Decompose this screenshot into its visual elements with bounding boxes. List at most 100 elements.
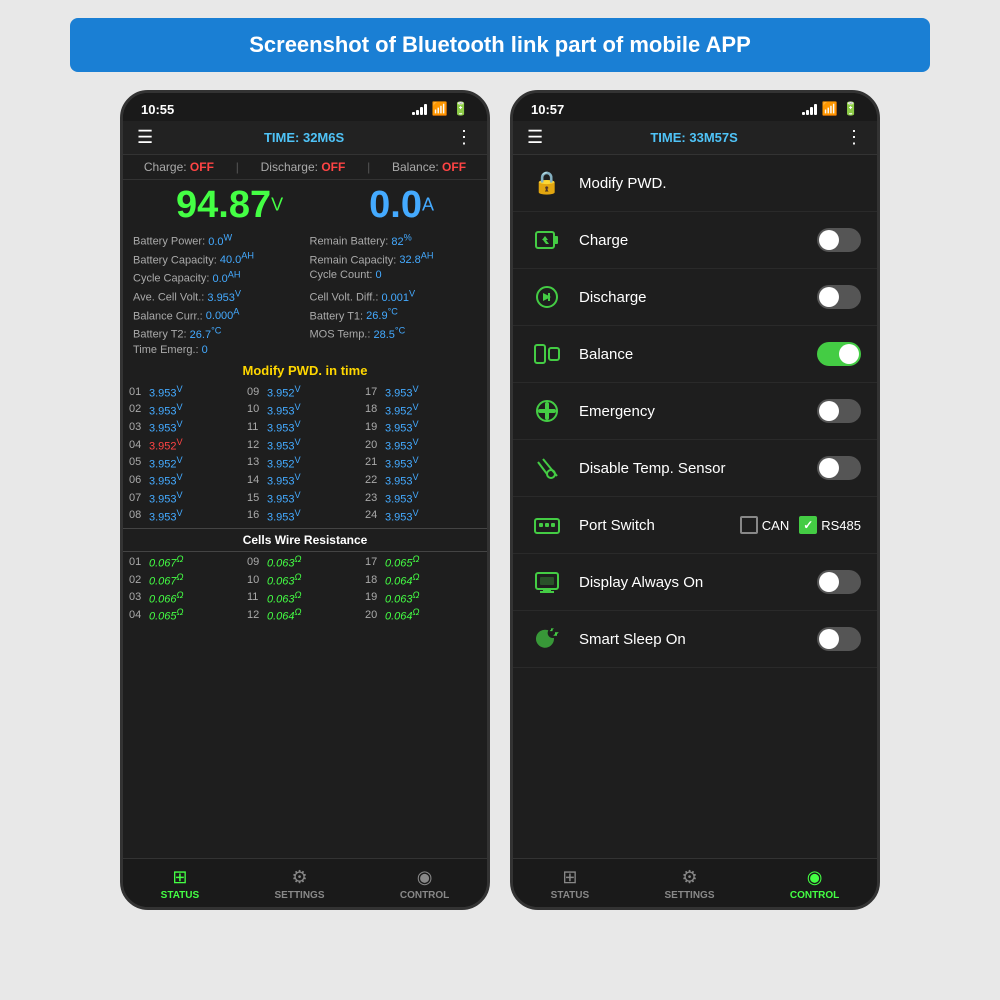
cell-05: 053.952V — [129, 455, 245, 471]
ctrl-disable-temp[interactable]: Disable Temp. Sensor — [513, 440, 877, 497]
modify-pwd-ctrl-label: Modify PWD. — [579, 175, 861, 192]
discharge-ctrl-label: Discharge — [579, 289, 803, 306]
stat-battery-t1: Battery T1: 26.9°C — [306, 306, 482, 324]
resist-09: 090.063Ω — [247, 554, 363, 570]
stat-remain-battery: Remain Battery: 82% — [306, 231, 482, 249]
emergency-icon — [529, 393, 565, 429]
ctrl-balance[interactable]: Balance — [513, 326, 877, 383]
resist-03: 030.066Ω — [129, 590, 245, 606]
cell-10: 103.953V — [247, 402, 363, 418]
stat-time-emerg: Time Emerg.: 0 — [129, 343, 305, 357]
nav-control-left[interactable]: ◉ CONTROL — [390, 865, 459, 903]
resist-20: 200.064Ω — [365, 607, 481, 623]
menu-button-right[interactable]: ☰ — [527, 127, 543, 148]
phone-right: 10:57 📶 🔋 ☰ TIME: 33M57S ⋮ 🔒 Modify PWD. — [510, 90, 880, 910]
cell-14: 143.953V — [247, 472, 363, 488]
status-bar-right: 10:57 📶 🔋 — [513, 93, 877, 121]
cell-01: 013.953V — [129, 384, 245, 400]
cell-02: 023.953V — [129, 402, 245, 418]
control-list: 🔒 Modify PWD. Charge — [513, 155, 877, 858]
balance-toggle[interactable] — [817, 342, 861, 366]
nav-status-left[interactable]: ⊞ STATUS — [151, 865, 210, 903]
balance-label: Balance: OFF — [392, 160, 466, 174]
lock-icon: 🔒 — [529, 165, 565, 201]
settings-label-right: SETTINGS — [665, 890, 715, 901]
nav-settings-left[interactable]: ⚙ SETTINGS — [265, 865, 335, 903]
modify-pwd-label: Modify PWD. in time — [123, 359, 487, 382]
ctrl-display-always[interactable]: Display Always On — [513, 554, 877, 611]
cell-07: 073.953V — [129, 490, 245, 506]
temp-icon — [529, 450, 565, 486]
port-icon — [529, 507, 565, 543]
current-display: 0.0A — [369, 184, 434, 227]
ctrl-discharge[interactable]: Discharge — [513, 269, 877, 326]
emergency-toggle[interactable] — [817, 399, 861, 423]
settings-icon-right: ⚙ — [681, 867, 697, 888]
ctrl-port-switch: Port Switch CAN ✓ RS485 — [513, 497, 877, 554]
cell-17: 173.953V — [365, 384, 481, 400]
stat-balance-curr: Balance Curr.: 0.000A — [129, 306, 305, 324]
checkmark-icon: ✓ — [803, 518, 813, 532]
rs485-checkbox[interactable]: ✓ RS485 — [799, 516, 861, 534]
ctrl-smart-sleep[interactable]: Smart Sleep On — [513, 611, 877, 668]
smart-sleep-toggle[interactable] — [817, 627, 861, 651]
phone-left-content: Charge: OFF | Discharge: OFF | Balance: … — [123, 155, 487, 858]
top-bar-right: ☰ TIME: 33M57S ⋮ — [513, 121, 877, 155]
banner: Screenshot of Bluetooth link part of mob… — [70, 18, 930, 72]
time-label-left: TIME: 32M6S — [264, 130, 344, 145]
battery-icon-right: 🔋 — [843, 101, 859, 117]
top-bar-left: ☰ TIME: 32M6S ⋮ — [123, 121, 487, 155]
more-button-right[interactable]: ⋮ — [845, 127, 863, 148]
cell-13: 133.952V — [247, 455, 363, 471]
display-always-toggle[interactable] — [817, 570, 861, 594]
phone-left: 10:55 📶 🔋 ☰ TIME: 32M6S ⋮ Charge: OFF | … — [120, 90, 490, 910]
resist-02: 020.067Ω — [129, 572, 245, 588]
sleep-icon — [529, 621, 565, 657]
cell-11: 113.953V — [247, 419, 363, 435]
ctrl-modify-pwd[interactable]: 🔒 Modify PWD. — [513, 155, 877, 212]
menu-button-left[interactable]: ☰ — [137, 127, 153, 148]
ctrl-emergency[interactable]: Emergency — [513, 383, 877, 440]
time-right: 10:57 — [531, 102, 564, 117]
status-label-right: STATUS — [551, 890, 590, 901]
more-button-left[interactable]: ⋮ — [455, 127, 473, 148]
stat-mos-temp: MOS Temp.: 28.5°C — [306, 324, 482, 342]
discharge-toggle[interactable] — [817, 285, 861, 309]
stat-remain-cap: Remain Capacity: 32.8AH — [306, 250, 482, 268]
can-checkbox[interactable]: CAN — [740, 516, 789, 534]
wifi-icon-right: 📶 — [822, 101, 838, 117]
cell-09: 093.952V — [247, 384, 363, 400]
rs485-label: RS485 — [821, 518, 861, 533]
resist-10: 100.063Ω — [247, 572, 363, 588]
port-switch-ctrl-label: Port Switch — [579, 517, 726, 534]
stat-battery-cap: Battery Capacity: 40.0AH — [129, 250, 305, 268]
disable-temp-toggle[interactable] — [817, 456, 861, 480]
nav-status-right[interactable]: ⊞ STATUS — [541, 865, 600, 903]
resist-01: 010.067Ω — [129, 554, 245, 570]
nav-settings-right[interactable]: ⚙ SETTINGS — [655, 865, 725, 903]
nav-control-right[interactable]: ◉ CONTROL — [780, 865, 849, 903]
time-label-right: TIME: 33M57S — [650, 130, 737, 145]
cell-04: 043.952V — [129, 437, 245, 453]
bottom-nav-right: ⊞ STATUS ⚙ SETTINGS ◉ CONTROL — [513, 858, 877, 907]
ctrl-charge[interactable]: Charge — [513, 212, 877, 269]
signal-icon-right — [802, 103, 817, 115]
cell-08: 083.953V — [129, 508, 245, 524]
control-label-right: CONTROL — [790, 890, 839, 901]
status-icon-left: ⊞ — [172, 867, 187, 888]
display-icon — [529, 564, 565, 600]
emergency-ctrl-label: Emergency — [579, 403, 803, 420]
resist-11: 110.063Ω — [247, 590, 363, 606]
cell-16: 163.953V — [247, 508, 363, 524]
status-icons-right: 📶 🔋 — [802, 101, 859, 117]
balance-icon — [529, 336, 565, 372]
resist-18: 180.064Ω — [365, 572, 481, 588]
status-bar-left: 10:55 📶 🔋 — [123, 93, 487, 121]
stat-battery-power: Battery Power: 0.0W — [129, 231, 305, 249]
smart-sleep-ctrl-label: Smart Sleep On — [579, 631, 803, 648]
rs485-checkbox-box: ✓ — [799, 516, 817, 534]
stat-ave-cell: Ave. Cell Volt.: 3.953V — [129, 287, 305, 305]
resistance-grid: 010.067Ω 090.063Ω 170.065Ω 020.067Ω 100.… — [123, 552, 487, 625]
discharge-icon — [529, 279, 565, 315]
charge-toggle[interactable] — [817, 228, 861, 252]
